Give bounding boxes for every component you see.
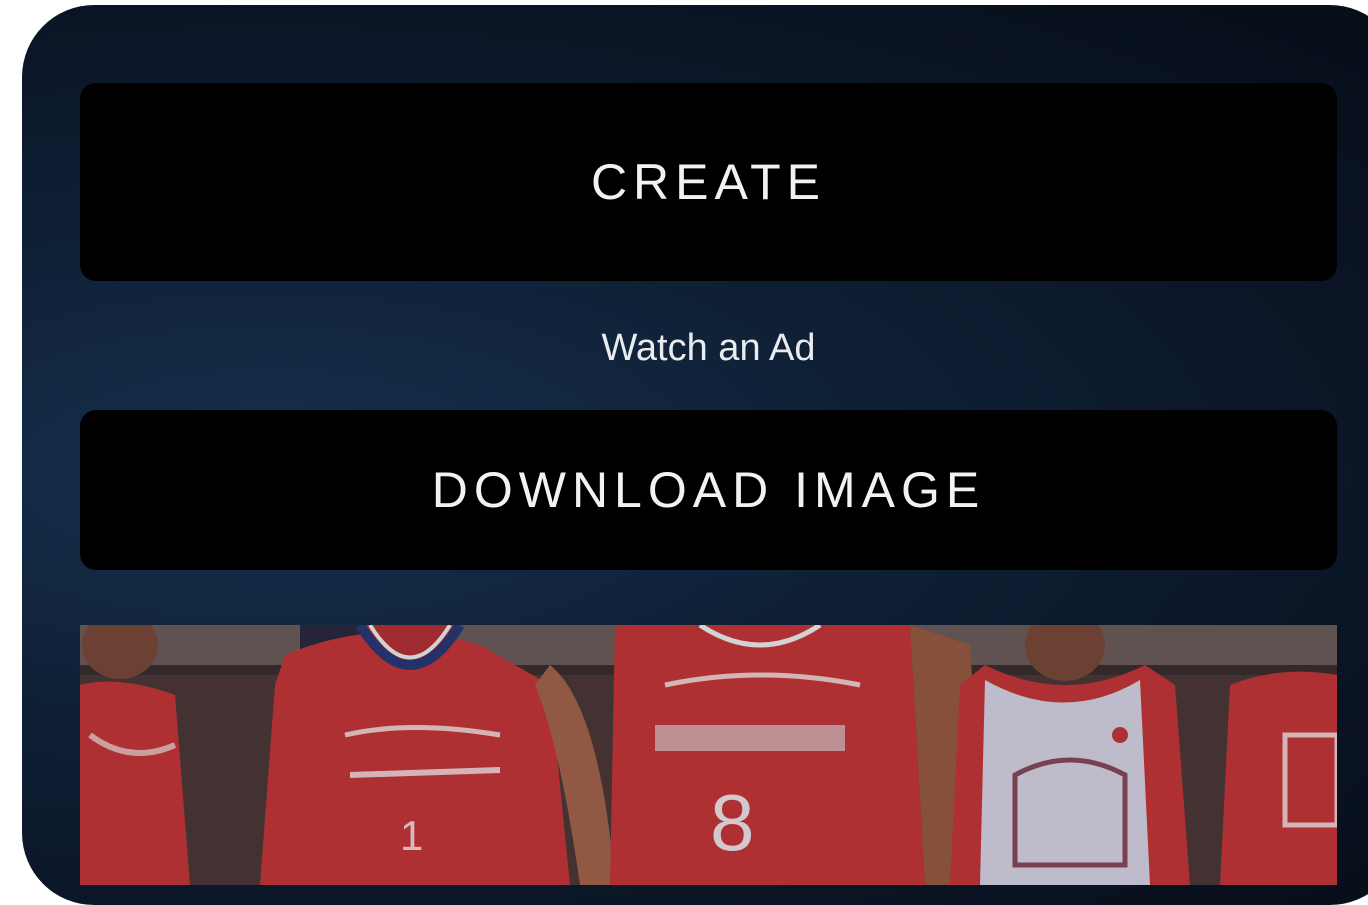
watch-ad-link[interactable]: Watch an Ad [80, 323, 1337, 373]
main-panel: CREATE Watch an Ad DOWNLOAD IMAGE 1 8 [22, 5, 1368, 905]
create-button-label: CREATE [590, 154, 827, 210]
download-button-label: DOWNLOAD IMAGE [431, 462, 986, 518]
download-image-button[interactable]: DOWNLOAD IMAGE [80, 410, 1337, 570]
create-button[interactable]: CREATE [80, 83, 1337, 281]
watch-ad-label: Watch an Ad [601, 327, 816, 369]
generated-image-preview: 1 8 [80, 625, 1337, 885]
basketball-team-photo: 1 8 [80, 625, 1337, 885]
